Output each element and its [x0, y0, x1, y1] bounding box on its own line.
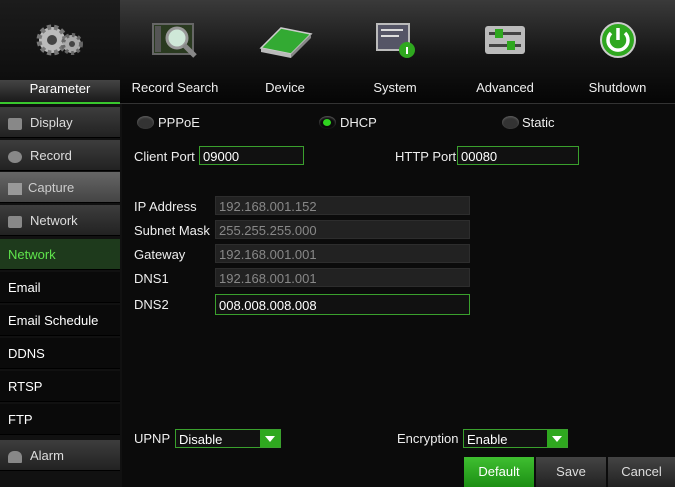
hard-drive-icon [259, 27, 313, 58]
encryption-label: Encryption [397, 431, 459, 446]
menu-advanced-label: Advanced [476, 80, 534, 95]
power-icon [599, 22, 636, 58]
ip-address-field: 192.168.001.152 [215, 196, 470, 215]
network-icon [8, 215, 22, 228]
menu-record-search-label: Record Search [131, 80, 219, 95]
sidebar-subitem-ddns[interactable]: DDNS [0, 338, 120, 369]
dns2-label: DNS2 [134, 297, 169, 312]
sidebar-subitem-rtsp[interactable]: RTSP [0, 371, 120, 402]
dns1-label: DNS1 [134, 271, 169, 286]
subnet-mask-field: 255.255.255.000 [215, 220, 470, 239]
radio-dhcp[interactable] [319, 116, 336, 129]
sidebar-subitem-email[interactable]: Email [0, 272, 120, 303]
magnifier-film-icon [152, 23, 197, 58]
radio-pppoe-label: PPPoE [158, 115, 200, 130]
cancel-button[interactable]: Cancel [608, 457, 675, 487]
upnp-value: Disable [179, 432, 223, 447]
film-reel-icon [8, 150, 22, 163]
gears-icon [36, 24, 83, 56]
menu-parameter[interactable]: Parameter [0, 0, 120, 105]
alarm-bell-icon [8, 450, 22, 463]
sidebar-item-record[interactable]: Record [0, 140, 120, 171]
network-settings-panel: PPPoE DHCP Static Client Port 09000 HTTP… [122, 104, 675, 487]
top-menu-bar: Parameter Record Search Device System Ad… [0, 0, 675, 105]
sidebar-item-display[interactable]: Display [0, 107, 120, 138]
sidebar: Display Record Capture Network Network E… [0, 104, 122, 487]
radio-static[interactable] [502, 116, 519, 129]
chevron-down-icon [547, 430, 567, 447]
menu-device-label: Device [265, 80, 305, 95]
save-button[interactable]: Save [536, 457, 606, 487]
radio-pppoe[interactable] [137, 116, 154, 129]
sliders-icon [485, 26, 525, 54]
camera-icon [8, 182, 22, 195]
sidebar-subitem-ftp[interactable]: FTP [0, 404, 120, 435]
sidebar-item-alarm[interactable]: Alarm [0, 440, 120, 471]
radio-dhcp-label: DHCP [340, 115, 377, 130]
subnet-mask-label: Subnet Mask [134, 223, 210, 238]
menu-record-search[interactable]: Record Search [120, 0, 230, 103]
gateway-field: 192.168.001.001 [215, 244, 470, 263]
menu-device[interactable]: Device [230, 0, 340, 103]
sidebar-item-capture[interactable]: Capture [0, 172, 120, 203]
menu-system-label: System [373, 80, 417, 95]
sidebar-item-network[interactable]: Network [0, 205, 120, 236]
system-info-icon [376, 23, 415, 58]
encryption-value: Enable [467, 432, 508, 447]
encryption-select[interactable]: Enable [463, 429, 568, 448]
gateway-label: Gateway [134, 247, 186, 262]
client-port-label: Client Port [134, 149, 195, 164]
upnp-label: UPNP [134, 431, 171, 446]
dns2-input[interactable]: 008.008.008.008 [215, 294, 470, 315]
menu-shutdown[interactable]: Shutdown [560, 0, 675, 103]
menu-parameter-label: Parameter [0, 80, 120, 105]
radio-static-label: Static [522, 115, 555, 130]
menu-advanced[interactable]: Advanced [450, 0, 560, 103]
upnp-select[interactable]: Disable [175, 429, 281, 448]
default-button[interactable]: Default [464, 457, 534, 487]
monitor-icon [8, 117, 22, 130]
sidebar-subitem-email-schedule[interactable]: Email Schedule [0, 305, 120, 336]
chevron-down-icon [260, 430, 280, 447]
http-port-label: HTTP Port [395, 149, 457, 164]
dns1-field: 192.168.001.001 [215, 268, 470, 287]
menu-shutdown-label: Shutdown [588, 80, 647, 95]
http-port-input[interactable]: 00080 [457, 146, 579, 165]
sidebar-subitem-network[interactable]: Network [0, 239, 120, 270]
menu-system[interactable]: System [340, 0, 450, 103]
ip-address-label: IP Address [134, 199, 197, 214]
client-port-input[interactable]: 09000 [199, 146, 304, 165]
